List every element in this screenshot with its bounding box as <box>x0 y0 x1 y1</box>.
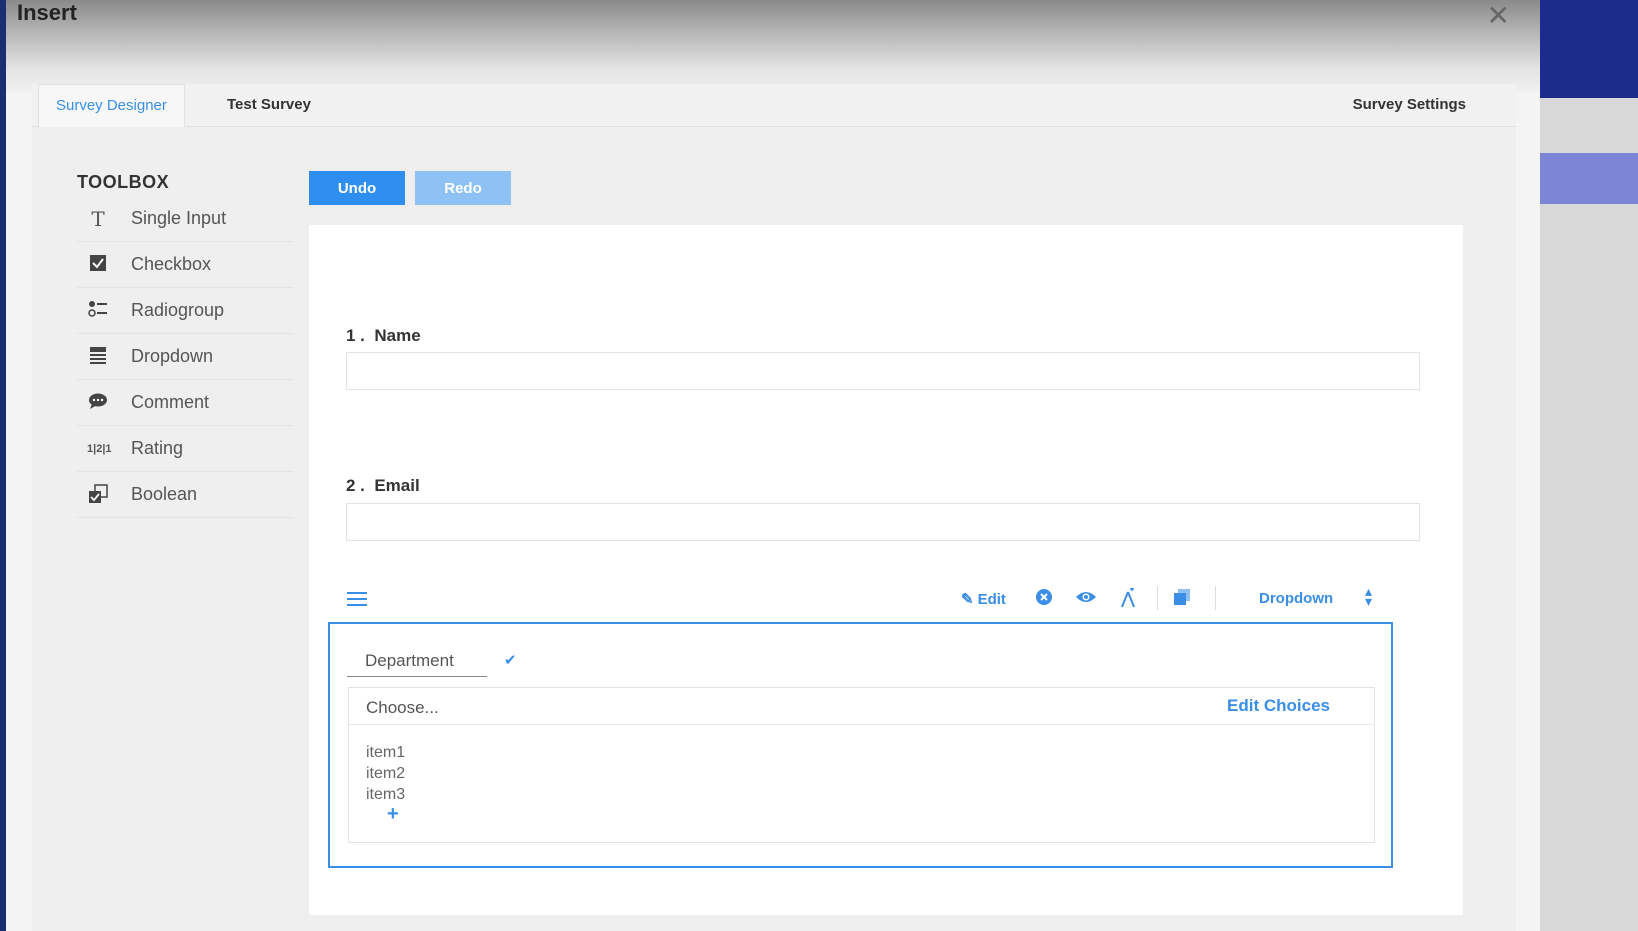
tab-test-survey[interactable]: Test Survey <box>210 84 328 126</box>
toolbox-item-label: Boolean <box>131 484 198 504</box>
survey-canvas: 1 . Name 2 . Email ✎ Edit Dropdown ▴ ▾ D… <box>309 225 1463 915</box>
dropdown-icon <box>87 346 109 368</box>
toolbox-item-label: Dropdown <box>131 346 214 366</box>
choice-item[interactable]: item3 <box>366 784 405 805</box>
insert-modal: Insert ✕ Survey Designer Test Survey Sur… <box>6 0 1540 931</box>
divider <box>349 724 1374 725</box>
background-band-dark <box>1540 0 1638 98</box>
edit-button[interactable]: ✎ Edit <box>961 590 1006 608</box>
question-type-select[interactable]: Dropdown <box>1259 590 1333 607</box>
toolbox-item-dropdown[interactable]: Dropdown <box>77 334 293 380</box>
toolbox-item-rating[interactable]: 1|2|1 Rating <box>77 426 293 472</box>
modal-title: Insert <box>17 0 77 25</box>
toolbox-item-radiogroup[interactable]: Radiogroup <box>77 288 293 334</box>
toolbox-item-label: Checkbox <box>131 254 212 274</box>
drag-handle-icon[interactable] <box>347 592 367 608</box>
toolbox-title: TOOLBOX <box>77 172 170 192</box>
toolbox-list: T Single Input Checkbox Radiogroup Dropd… <box>77 196 293 518</box>
email-input[interactable] <box>346 503 1420 541</box>
designer-tabs: Survey Designer Test Survey Survey Setti… <box>32 84 1516 127</box>
survey-designer: Survey Designer Test Survey Survey Setti… <box>32 84 1516 931</box>
comment-icon <box>87 392 109 414</box>
delete-icon[interactable] <box>1035 588 1053 611</box>
name-input[interactable] <box>346 352 1420 390</box>
tab-survey-designer[interactable]: Survey Designer <box>38 84 185 127</box>
background-right <box>1540 0 1638 931</box>
choices-list: item1 item2 item3 <box>366 742 405 805</box>
check-icon[interactable]: ✔ <box>504 651 517 669</box>
rating-icon: 1|2|1 <box>87 443 112 455</box>
required-icon[interactable] <box>1119 587 1137 613</box>
toolbar-separator <box>1157 586 1158 610</box>
toolbox-item-label: Rating <box>131 438 184 458</box>
edit-choices-button[interactable]: Edit Choices <box>1227 696 1330 716</box>
toolbox-item-label: Comment <box>131 392 210 412</box>
choice-item[interactable]: item2 <box>366 763 405 784</box>
toolbox-item-label: Single Input <box>131 208 227 228</box>
copy-icon[interactable] <box>1173 588 1191 611</box>
survey-settings-link[interactable]: Survey Settings <box>1353 96 1466 113</box>
dropdown-placeholder: Choose... <box>366 698 439 717</box>
radiogroup-icon <box>87 300 109 322</box>
boolean-icon <box>87 484 109 506</box>
question-title-name: 1 . Name <box>346 326 421 345</box>
background-band-light <box>1540 153 1638 204</box>
redo-button[interactable]: Redo <box>415 171 511 205</box>
close-icon[interactable]: ✕ <box>1487 2 1510 30</box>
toolbox-item-comment[interactable]: Comment <box>77 380 293 426</box>
question-toolbar: ✎ Edit Dropdown ▴ ▾ <box>309 580 1463 620</box>
text-icon: T <box>91 207 105 231</box>
selected-question[interactable]: Department ✔ Choose... Edit Choices item… <box>328 622 1393 868</box>
toolbox-item-single-input[interactable]: T Single Input <box>77 196 293 242</box>
modal-header: Insert ✕ <box>6 0 1540 92</box>
question-title-email: 2 . Email <box>346 476 420 495</box>
toolbar-separator <box>1215 586 1216 610</box>
edit-label: Edit <box>977 591 1006 608</box>
question-title-input[interactable]: Department <box>347 649 487 677</box>
eye-icon[interactable] <box>1075 588 1097 610</box>
sort-arrows-icon[interactable]: ▴ ▾ <box>1365 584 1372 608</box>
pencil-icon: ✎ <box>961 591 974 608</box>
toolbox-item-label: Radiogroup <box>131 300 225 320</box>
choice-item[interactable]: item1 <box>366 742 405 763</box>
toolbox-item-boolean[interactable]: Boolean <box>77 472 293 518</box>
undo-button[interactable]: Undo <box>309 171 405 205</box>
add-choice-icon[interactable]: + <box>387 803 399 826</box>
checkbox-icon <box>87 254 109 276</box>
dropdown-preview[interactable]: Choose... Edit Choices item1 item2 item3… <box>348 687 1375 843</box>
toolbox-item-checkbox[interactable]: Checkbox <box>77 242 293 288</box>
